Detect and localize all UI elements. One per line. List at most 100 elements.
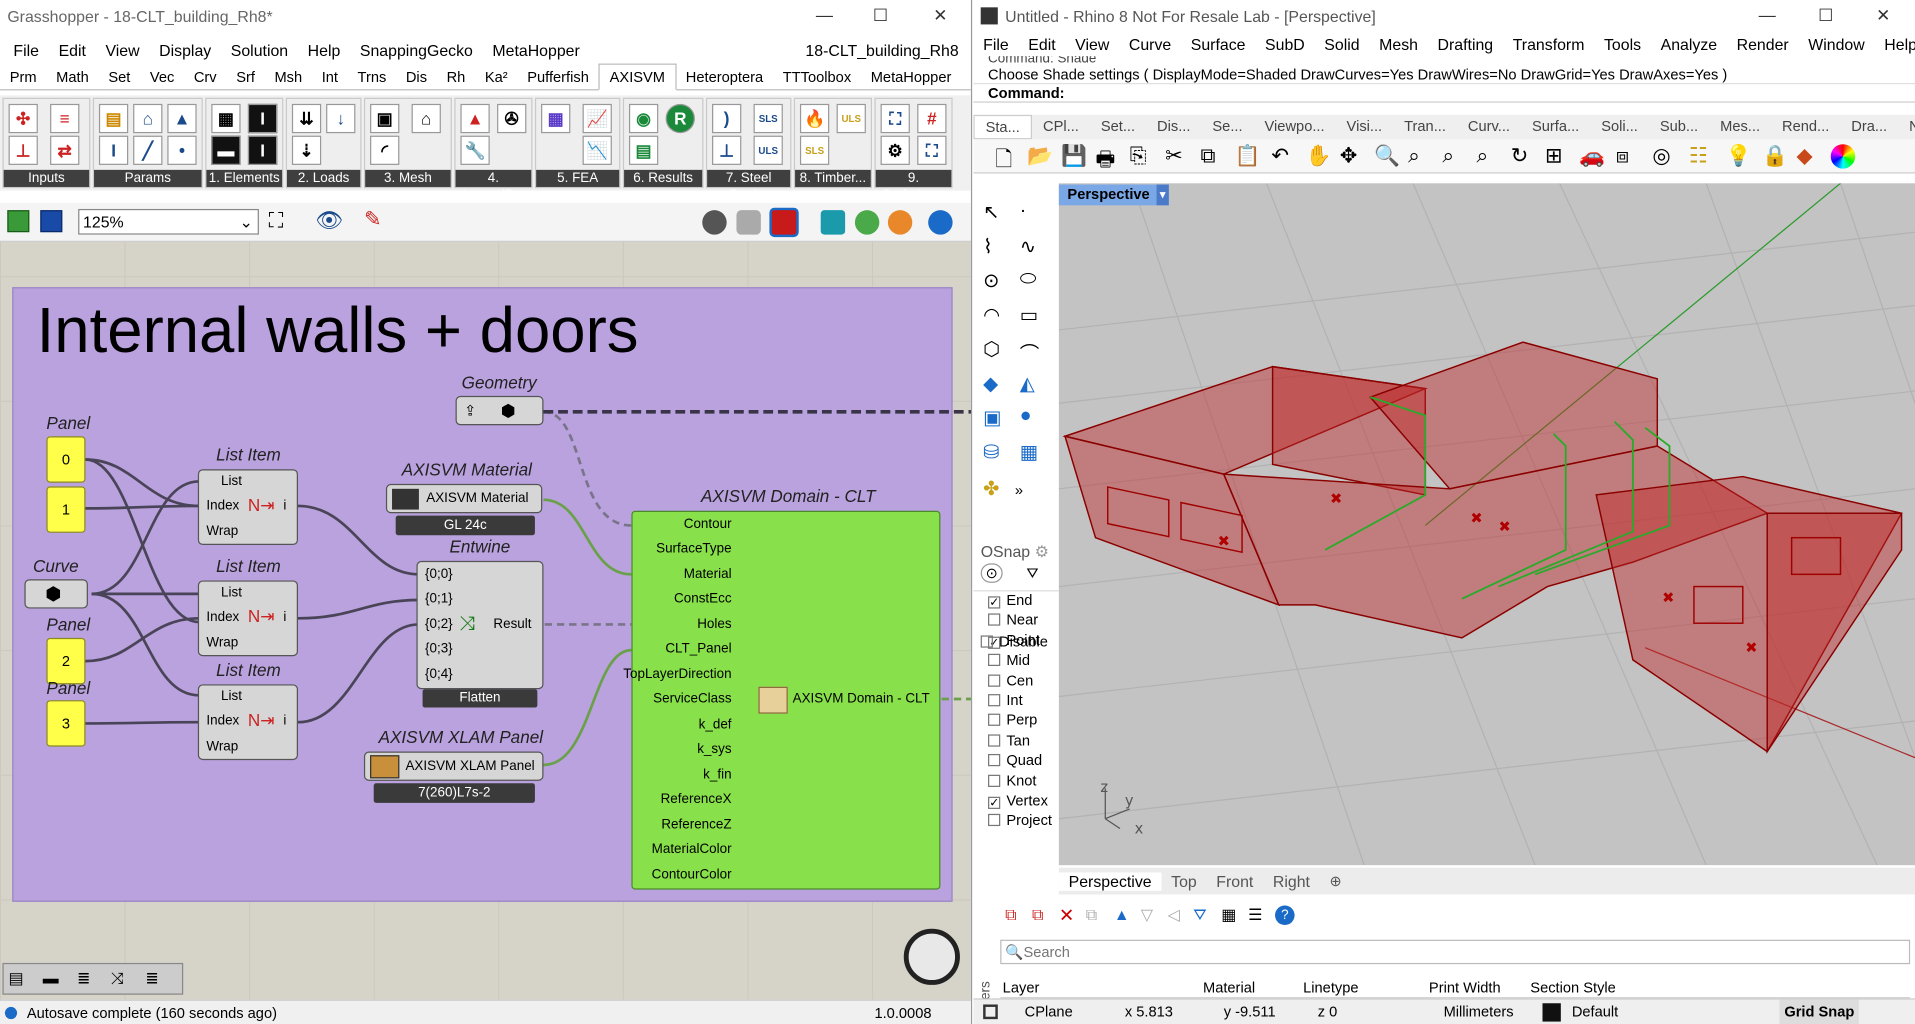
move-down-icon[interactable]: ▽ (1141, 906, 1153, 926)
osnap-item-knot[interactable]: Knot (981, 772, 1059, 792)
help-icon[interactable]: ? (1275, 905, 1295, 926)
tab-render-tools[interactable]: Rend... (1771, 115, 1840, 139)
tab-ka2[interactable]: Ka² (475, 65, 517, 89)
distributed-load-icon[interactable]: ⇣ (291, 135, 322, 165)
osnap-item-mid[interactable]: Mid (981, 652, 1059, 672)
menu-analyze[interactable]: Analyze (1651, 35, 1727, 53)
point-load-icon[interactable]: ↓ (326, 103, 356, 134)
add-viewport-icon[interactable]: ⊕ (1320, 873, 1352, 890)
input-wrap[interactable]: Wrap (206, 635, 238, 650)
open-folder-icon[interactable]: 📂 (1027, 144, 1053, 168)
tab-vec[interactable]: Vec (140, 65, 184, 89)
menu-edit[interactable]: Edit (49, 41, 96, 59)
circle-icon[interactable]: ⊙ (983, 269, 999, 293)
move-out-icon[interactable]: ◁ (1168, 906, 1180, 926)
fire-icon[interactable]: 🔥 (799, 103, 830, 134)
geometry-param[interactable]: ⇪ ⬢ (455, 395, 544, 426)
input-clt-panel[interactable]: CLT_Panel (561, 642, 731, 657)
tab-solid-tools[interactable]: Soli... (1590, 115, 1649, 139)
input-branch[interactable]: {0;2} (425, 617, 453, 632)
output-i[interactable]: i (283, 714, 286, 729)
line-icon[interactable]: ╱ (133, 135, 163, 165)
new-layer-icon[interactable]: ⧉ (1005, 906, 1016, 926)
cplane-icon[interactable] (983, 1004, 998, 1020)
grid-snap-toggle[interactable]: Grid Snap (1779, 999, 1860, 1024)
lock-icon[interactable]: 🔒 (1762, 144, 1788, 168)
tab-math[interactable]: Math (46, 65, 98, 89)
osnap-item-quad[interactable]: Quad (981, 752, 1059, 772)
new-icon[interactable]: 🗋 (995, 144, 1012, 179)
menu-subd[interactable]: SubD (1255, 35, 1314, 53)
tab-transform[interactable]: Tran... (1393, 115, 1457, 139)
grid-plane-icon[interactable]: ⧈ (1616, 144, 1629, 168)
cut-icon[interactable]: ✂ (1165, 144, 1182, 168)
load-arrows-icon[interactable]: ⇊ (291, 103, 322, 134)
solver-icon[interactable]: ✇ (497, 103, 527, 134)
menu-drafting[interactable]: Drafting (1428, 35, 1503, 53)
input-referencez[interactable]: ReferenceZ (561, 818, 731, 833)
menu-window[interactable]: Window (1798, 35, 1874, 53)
input-k-sys[interactable]: k_sys (561, 742, 731, 757)
osnap-item-tan[interactable]: Tan (981, 732, 1059, 752)
point-icon[interactable]: ✣ (8, 103, 38, 134)
tab-mesh-tools[interactable]: Mes... (1709, 115, 1771, 139)
col-print-width[interactable]: Print Width (1429, 979, 1501, 996)
menu-solution[interactable]: Solution (221, 41, 298, 59)
menu-mesh[interactable]: Mesh (1369, 35, 1427, 53)
triangle-icon[interactable]: ▲ (167, 103, 197, 134)
ribbon-group-results[interactable]: ◉ R ▤ 6. Results (622, 97, 704, 189)
input-constecc[interactable]: ConstEcc (561, 591, 731, 606)
checkbox[interactable] (988, 653, 1001, 667)
ribbon-group-timber[interactable]: 🔥 ULS SLS 8. Timber... (793, 97, 873, 189)
axisvm-xlam-param[interactable]: AXISVM XLAM Panel (363, 751, 544, 781)
input-index[interactable]: Index (206, 714, 239, 729)
tab-metahopper[interactable]: MetaHopper (861, 65, 961, 89)
ribbon-group-elements[interactable]: ▦ I ▬ I 1. Elements (205, 97, 284, 189)
ribbon-group-optimization[interactable]: ⛶ # ⚙ ⛶ 9. Optimiza... (874, 97, 953, 203)
command-prompt[interactable]: Command: (973, 84, 1915, 103)
wrench-icon[interactable]: 🔧 (460, 135, 490, 165)
curve-param[interactable]: ⬢ (24, 579, 88, 609)
tab-select[interactable]: Se... (1201, 115, 1253, 139)
panel-3[interactable]: 3 (46, 700, 86, 747)
tab-new-in-v8[interactable]: New... (1898, 115, 1915, 139)
tab-visibility[interactable]: Visi... (1336, 115, 1394, 139)
input-index[interactable]: Index (206, 610, 239, 625)
color-wheel-icon[interactable] (1830, 144, 1856, 169)
rectangle-icon[interactable]: ▭ (1020, 303, 1038, 327)
fillet-icon[interactable]: ⌒ (1020, 337, 1040, 366)
input-surfacetype[interactable]: SurfaceType (561, 541, 731, 556)
cylinder-icon[interactable]: ⛁ (983, 440, 999, 464)
tab-top[interactable]: Top (1161, 872, 1206, 890)
input-referencex[interactable]: ReferenceX (561, 792, 732, 807)
ribbon-group-steel[interactable]: ) SLS ⊥ ULS 7. Steel Desi... (705, 97, 792, 203)
ellipse-icon[interactable]: ⬭ (1020, 269, 1037, 291)
checkbox[interactable] (988, 814, 1001, 827)
osnap-item-vertex[interactable]: ✓ Vertex (981, 792, 1059, 812)
steel-profile-icon[interactable]: ) (712, 103, 742, 134)
menu-tools[interactable]: Tools (1594, 35, 1651, 53)
input-wrap[interactable]: Wrap (206, 524, 238, 539)
panel-icon[interactable]: ▤ (98, 103, 129, 134)
input-contourcolor[interactable]: ContourColor (561, 868, 732, 883)
input-holes[interactable]: Holes (561, 617, 731, 632)
menu-metahopper[interactable]: MetaHopper (483, 41, 590, 59)
menu-file[interactable]: File (4, 41, 49, 59)
tab-curve-tools[interactable]: Curv... (1457, 115, 1521, 139)
list-item-component[interactable]: List Index Wrap N⇥ i (197, 684, 298, 761)
grid-icon[interactable]: ▦ (541, 103, 571, 134)
arc-icon[interactable]: ◠ (983, 303, 1000, 327)
input-wrap[interactable]: Wrap (206, 739, 238, 754)
shelf-icon[interactable]: ▤ (9, 969, 24, 989)
tab-axisvm[interactable]: AXISVM (598, 63, 677, 91)
puzzle-icon[interactable]: ✤ (983, 477, 999, 501)
car-icon[interactable]: 🚗 (1579, 144, 1605, 168)
slab-icon[interactable]: ▬ (211, 135, 241, 165)
gear-icon[interactable]: ⚙ (1035, 543, 1049, 561)
input-serviceclass[interactable]: ServiceClass (561, 692, 731, 707)
timber-uls-icon[interactable]: ULS (836, 103, 866, 134)
close-icon[interactable]: ✕ (928, 5, 952, 26)
units[interactable]: Millimeters (1444, 1000, 1514, 1024)
menu-display[interactable]: Display (149, 41, 221, 59)
mesh-box-icon[interactable]: ▣ (370, 103, 400, 134)
